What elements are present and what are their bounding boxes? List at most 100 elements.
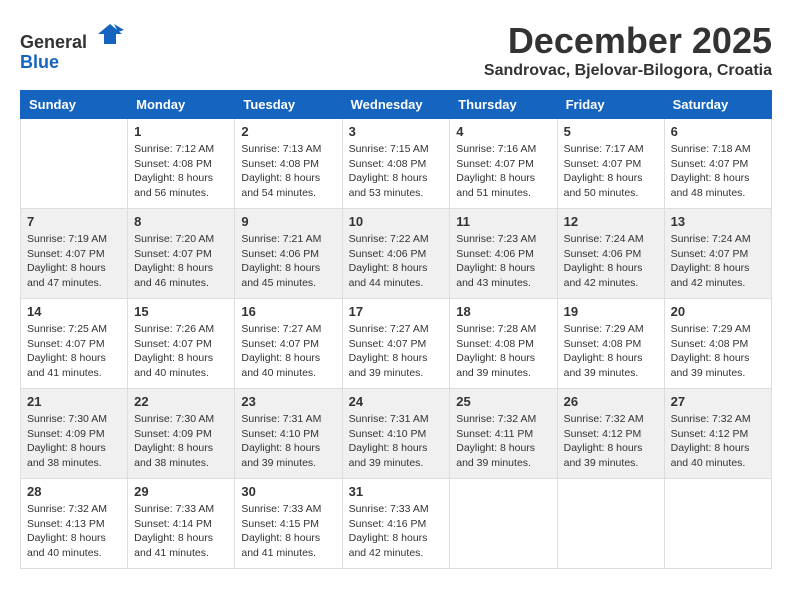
cell-info: Sunrise: 7:27 AMSunset: 4:07 PMDaylight:… (241, 322, 335, 381)
cell-day-number: 6 (671, 124, 765, 139)
cell-day-number: 11 (456, 214, 550, 229)
calendar-cell: 4 Sunrise: 7:16 AMSunset: 4:07 PMDaylight… (450, 119, 557, 209)
cell-day-number: 21 (27, 394, 121, 409)
cell-day-number: 4 (456, 124, 550, 139)
cell-day-number: 30 (241, 484, 335, 499)
calendar-cell (21, 119, 128, 209)
cell-info: Sunrise: 7:21 AMSunset: 4:06 PMDaylight:… (241, 232, 335, 291)
cell-day-number: 7 (27, 214, 121, 229)
cell-day-number: 27 (671, 394, 765, 409)
logo-bird-icon (96, 20, 124, 48)
cell-info: Sunrise: 7:17 AMSunset: 4:07 PMDaylight:… (564, 142, 658, 201)
month-title: December 2025 (484, 20, 772, 62)
cell-info: Sunrise: 7:29 AMSunset: 4:08 PMDaylight:… (671, 322, 765, 381)
calendar-cell: 10Sunrise: 7:22 AMSunset: 4:06 PMDayligh… (342, 209, 450, 299)
calendar-cell: 19 Sunrise: 7:29 AMSunset: 4:08 PMDayligh… (557, 299, 664, 389)
cell-day-number: 17 (349, 304, 444, 319)
cell-day-number: 16 (241, 304, 335, 319)
calendar-cell: 18Sunrise: 7:28 AMSunset: 4:08 PMDayligh… (450, 299, 557, 389)
calendar-header-cell: Sunday (21, 91, 128, 119)
calendar-cell: 23 Sunrise: 7:31 AMSunset: 4:10 PMDayligh… (235, 389, 342, 479)
cell-info: Sunrise: 7:16 AMSunset: 4:07 PMDaylight:… (456, 142, 550, 201)
cell-info: Sunrise: 7:23 AMSunset: 4:06 PMDaylight:… (456, 232, 550, 291)
calendar-cell: 22Sunrise: 7:30 AMSunset: 4:09 PMDayligh… (128, 389, 235, 479)
cell-day-number: 19 (564, 304, 658, 319)
title-area: December 2025 Sandrovac, Bjelovar-Bilogo… (484, 20, 772, 80)
calendar-week-row: 28Sunrise: 7:32 AMSunset: 4:13 PMDayligh… (21, 479, 772, 569)
cell-day-number: 15 (134, 304, 228, 319)
cell-day-number: 31 (349, 484, 444, 499)
calendar-cell: 21 Sunrise: 7:30 AMSunset: 4:09 PMDayligh… (21, 389, 128, 479)
cell-info: Sunrise: 7:29 AMSunset: 4:08 PMDaylight:… (564, 322, 658, 381)
cell-day-number: 8 (134, 214, 228, 229)
logo: General Blue (20, 20, 124, 73)
calendar-header-cell: Tuesday (235, 91, 342, 119)
cell-info: Sunrise: 7:18 AMSunset: 4:07 PMDaylight:… (671, 142, 765, 201)
calendar-cell: 15 Sunrise: 7:26 AMSunset: 4:07 PMDayligh… (128, 299, 235, 389)
cell-day-number: 2 (241, 124, 335, 139)
calendar-header-cell: Thursday (450, 91, 557, 119)
calendar-cell: 14 Sunrise: 7:25 AMSunset: 4:07 PMDayligh… (21, 299, 128, 389)
cell-day-number: 25 (456, 394, 550, 409)
cell-day-number: 14 (27, 304, 121, 319)
cell-day-number: 3 (349, 124, 444, 139)
cell-info: Sunrise: 7:19 AMSunset: 4:07 PMDaylight:… (27, 232, 121, 291)
cell-day-number: 18 (456, 304, 550, 319)
calendar-cell: 6 Sunrise: 7:18 AMSunset: 4:07 PMDaylight… (664, 119, 771, 209)
calendar-cell (557, 479, 664, 569)
calendar-week-row: 14 Sunrise: 7:25 AMSunset: 4:07 PMDayligh… (21, 299, 772, 389)
cell-info: Sunrise: 7:30 AMSunset: 4:09 PMDaylight:… (27, 412, 121, 471)
calendar-cell: 7 Sunrise: 7:19 AMSunset: 4:07 PMDaylight… (21, 209, 128, 299)
calendar-cell: 3 Sunrise: 7:15 AMSunset: 4:08 PMDaylight… (342, 119, 450, 209)
calendar-cell: 20Sunrise: 7:29 AMSunset: 4:08 PMDayligh… (664, 299, 771, 389)
calendar-cell: 2Sunrise: 7:13 AMSunset: 4:08 PMDaylight… (235, 119, 342, 209)
cell-info: Sunrise: 7:12 AMSunset: 4:08 PMDaylight:… (134, 142, 228, 201)
cell-day-number: 9 (241, 214, 335, 229)
logo-general: General (20, 20, 124, 53)
calendar-cell: 30 Sunrise: 7:33 AMSunset: 4:15 PMDayligh… (235, 479, 342, 569)
cell-day-number: 29 (134, 484, 228, 499)
cell-info: Sunrise: 7:32 AMSunset: 4:13 PMDaylight:… (27, 502, 121, 561)
cell-info: Sunrise: 7:25 AMSunset: 4:07 PMDaylight:… (27, 322, 121, 381)
calendar-cell: 26Sunrise: 7:32 AMSunset: 4:12 PMDayligh… (557, 389, 664, 479)
cell-info: Sunrise: 7:33 AMSunset: 4:16 PMDaylight:… (349, 502, 444, 561)
calendar: SundayMondayTuesdayWednesdayThursdayFrid… (20, 90, 772, 569)
cell-info: Sunrise: 7:15 AMSunset: 4:08 PMDaylight:… (349, 142, 444, 201)
cell-day-number: 26 (564, 394, 658, 409)
cell-info: Sunrise: 7:26 AMSunset: 4:07 PMDaylight:… (134, 322, 228, 381)
cell-day-number: 12 (564, 214, 658, 229)
calendar-cell: 1Sunrise: 7:12 AMSunset: 4:08 PMDaylight… (128, 119, 235, 209)
calendar-cell: 29 Sunrise: 7:33 AMSunset: 4:14 PMDayligh… (128, 479, 235, 569)
calendar-header-cell: Friday (557, 91, 664, 119)
cell-info: Sunrise: 7:32 AMSunset: 4:11 PMDaylight:… (456, 412, 550, 471)
cell-info: Sunrise: 7:33 AMSunset: 4:14 PMDaylight:… (134, 502, 228, 561)
header: General Blue December 2025 Sandrovac, Bj… (20, 20, 772, 80)
calendar-header-cell: Monday (128, 91, 235, 119)
cell-info: Sunrise: 7:31 AMSunset: 4:10 PMDaylight:… (241, 412, 335, 471)
calendar-cell: 13Sunrise: 7:24 AMSunset: 4:07 PMDayligh… (664, 209, 771, 299)
cell-day-number: 13 (671, 214, 765, 229)
calendar-week-row: 7 Sunrise: 7:19 AMSunset: 4:07 PMDaylight… (21, 209, 772, 299)
calendar-header-row: SundayMondayTuesdayWednesdayThursdayFrid… (21, 91, 772, 119)
calendar-week-row: 1Sunrise: 7:12 AMSunset: 4:08 PMDaylight… (21, 119, 772, 209)
calendar-cell: 17Sunrise: 7:27 AMSunset: 4:07 PMDayligh… (342, 299, 450, 389)
calendar-cell: 31 Sunrise: 7:33 AMSunset: 4:16 PMDayligh… (342, 479, 450, 569)
calendar-week-row: 21 Sunrise: 7:30 AMSunset: 4:09 PMDayligh… (21, 389, 772, 479)
cell-day-number: 10 (349, 214, 444, 229)
calendar-cell: 9 Sunrise: 7:21 AMSunset: 4:06 PMDaylight… (235, 209, 342, 299)
calendar-cell: 24 Sunrise: 7:31 AMSunset: 4:10 PMDayligh… (342, 389, 450, 479)
calendar-cell: 27Sunrise: 7:32 AMSunset: 4:12 PMDayligh… (664, 389, 771, 479)
cell-info: Sunrise: 7:31 AMSunset: 4:10 PMDaylight:… (349, 412, 444, 471)
calendar-body: 1Sunrise: 7:12 AMSunset: 4:08 PMDaylight… (21, 119, 772, 569)
calendar-cell (664, 479, 771, 569)
cell-info: Sunrise: 7:20 AMSunset: 4:07 PMDaylight:… (134, 232, 228, 291)
calendar-cell: 25 Sunrise: 7:32 AMSunset: 4:11 PMDayligh… (450, 389, 557, 479)
location-title: Sandrovac, Bjelovar-Bilogora, Croatia (484, 62, 772, 80)
cell-day-number: 23 (241, 394, 335, 409)
calendar-header-cell: Wednesday (342, 91, 450, 119)
cell-info: Sunrise: 7:24 AMSunset: 4:06 PMDaylight:… (564, 232, 658, 291)
calendar-cell: 11 Sunrise: 7:23 AMSunset: 4:06 PMDayligh… (450, 209, 557, 299)
cell-info: Sunrise: 7:33 AMSunset: 4:15 PMDaylight:… (241, 502, 335, 561)
cell-day-number: 22 (134, 394, 228, 409)
cell-day-number: 24 (349, 394, 444, 409)
